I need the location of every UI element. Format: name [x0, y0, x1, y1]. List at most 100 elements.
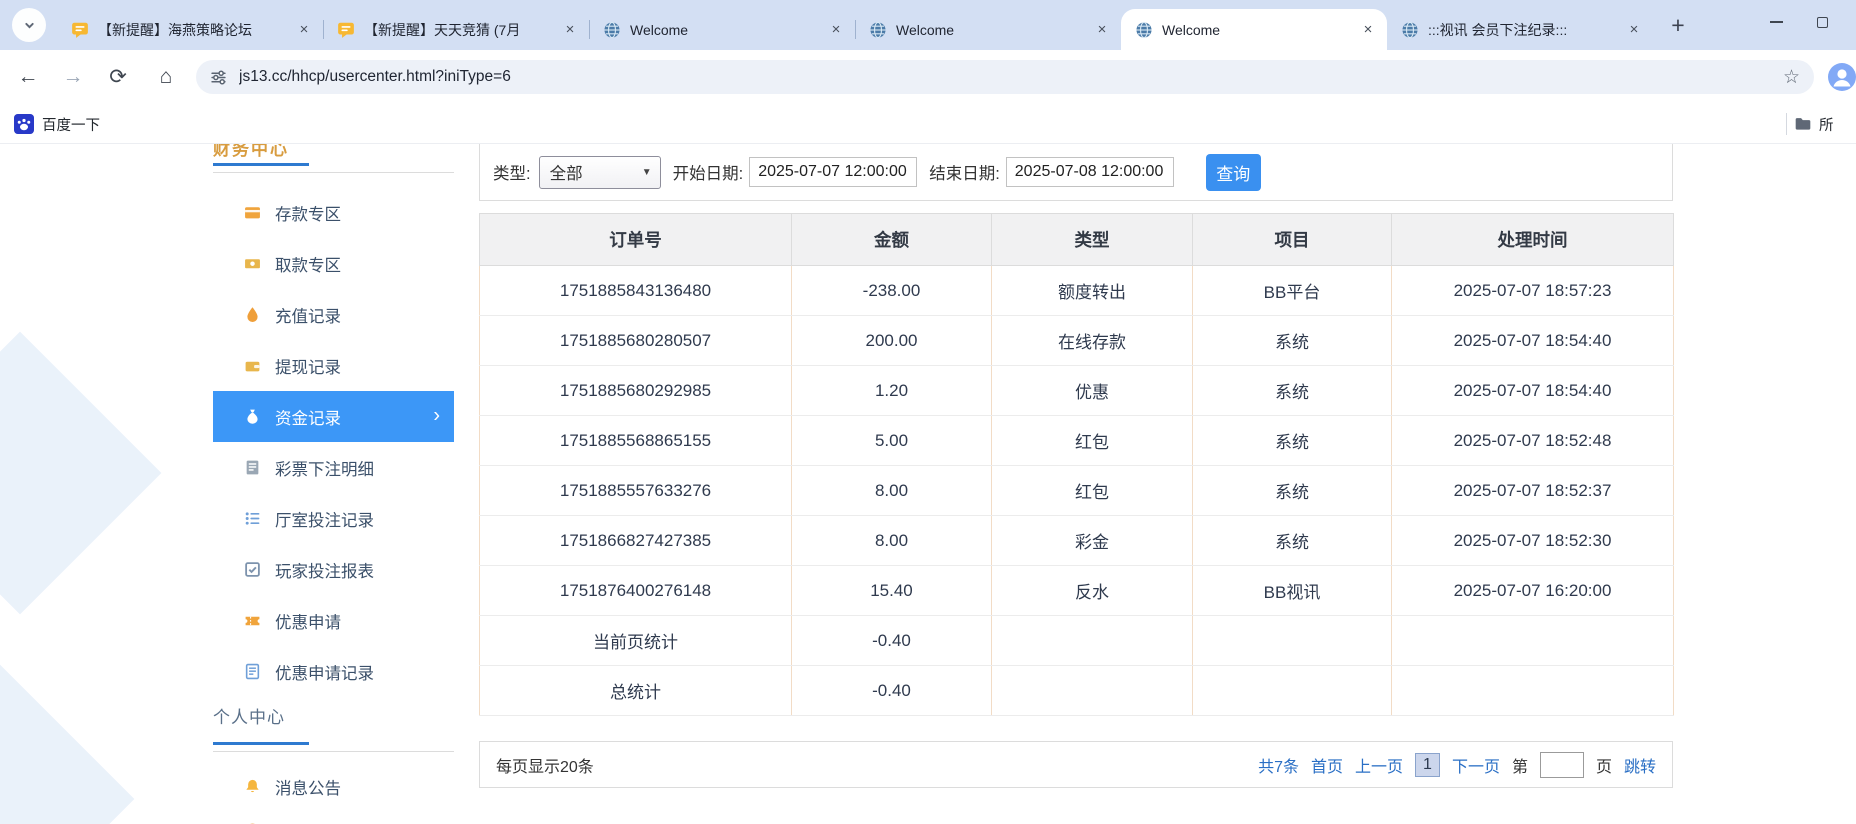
promo-apply-icon	[244, 612, 261, 629]
type-select-value: 全部	[550, 160, 583, 184]
hall-bet-icon	[244, 510, 261, 527]
promo-record-icon	[244, 663, 261, 680]
deposit-card-icon	[244, 204, 261, 221]
browser-tab[interactable]: Welcome×	[1121, 9, 1387, 50]
sidebar-item-label: 提现记录	[275, 354, 341, 378]
tab-strip: 【新提醒】海燕策略论坛×【新提醒】天天竞猜 (7月×Welcome×Welcom…	[57, 9, 1653, 50]
sidebar-item-label: 资金记录	[275, 405, 341, 429]
folder-icon	[1794, 115, 1812, 133]
sidebar-item-label: 充值记录	[275, 303, 341, 327]
browser-tab[interactable]: 【新提醒】海燕策略论坛 ×	[57, 9, 323, 50]
baidu-icon	[14, 114, 34, 134]
tab-title: :::视讯 会员下注纪录:::	[1428, 20, 1619, 40]
bookmark-star-icon[interactable]: ☆	[1783, 66, 1800, 89]
sidebar-item[interactable]: 取款专区	[213, 238, 454, 289]
query-button[interactable]: 查询	[1206, 154, 1261, 191]
sidebar-item[interactable]: 彩票下注明细	[213, 442, 454, 493]
sidebar-item[interactable]: 存款专区	[213, 187, 454, 238]
table-cell: 额度转出	[992, 266, 1193, 316]
forward-button[interactable]: →	[57, 65, 89, 89]
withdraw-cash-icon	[244, 255, 261, 272]
back-button[interactable]: ←	[12, 65, 44, 89]
table-cell: 总统计	[480, 666, 792, 716]
section-underline	[213, 163, 309, 166]
sidebar-item[interactable]: 消息公告	[213, 761, 454, 812]
sidebar-item[interactable]: 玩家投注报表	[213, 544, 454, 595]
tab-close-icon[interactable]: ×	[1625, 21, 1643, 39]
site-settings-icon[interactable]	[210, 69, 227, 86]
profile-avatar[interactable]	[1828, 63, 1856, 91]
jump-label-pre: 第	[1512, 753, 1528, 777]
tab-close-icon[interactable]: ×	[561, 21, 579, 39]
prev-page-link[interactable]: 上一页	[1355, 753, 1403, 777]
home-button[interactable]: ⌂	[150, 65, 182, 89]
first-page-link[interactable]: 首页	[1311, 753, 1343, 777]
table-cell: 2025-07-07 18:54:40	[1392, 316, 1674, 366]
reload-button[interactable]: ⟳	[102, 65, 134, 90]
table-cell: 8.00	[792, 466, 992, 516]
sidebar-item-label: 优惠申请记录	[275, 660, 374, 684]
sidebar-item[interactable]: 提现记录	[213, 340, 454, 391]
table-cell: 1751885680292985	[480, 366, 792, 416]
table-cell	[1193, 666, 1392, 716]
page-size-text: 每页显示20条	[496, 753, 594, 777]
new-tab-button[interactable]: +	[1664, 11, 1692, 39]
table-cell	[1392, 616, 1674, 666]
page-content: 财务中心 存款专区取款专区充值记录提现记录资金记录›彩票下注明细厅室投注记录玩家…	[0, 144, 1856, 824]
browser-tab[interactable]: 【新提醒】天天竞猜 (7月×	[323, 9, 589, 50]
table-cell: 系统	[1193, 516, 1392, 566]
table-row: 175187640027614815.40反水BB视讯2025-07-07 16…	[480, 566, 1674, 616]
table-cell: 1751876400276148	[480, 566, 792, 616]
sidebar-item-label: 存款专区	[275, 201, 341, 225]
table-cell	[992, 616, 1193, 666]
current-page[interactable]: 1	[1415, 753, 1440, 777]
table-row: 17518668274273858.00彩金系统2025-07-07 18:52…	[480, 516, 1674, 566]
jump-label-post: 页	[1596, 753, 1612, 777]
table-cell: 1751885843136480	[480, 266, 792, 316]
sidebar-item-label: 厅室投注记录	[275, 507, 374, 531]
address-bar[interactable]: js13.cc/hhcp/usercenter.html?iniType=6 ☆	[196, 60, 1814, 94]
next-page-link[interactable]: 下一页	[1452, 753, 1500, 777]
table-cell: 系统	[1193, 416, 1392, 466]
tab-close-icon[interactable]: ×	[1359, 21, 1377, 39]
sidebar-item[interactable]: 资金记录›	[213, 391, 454, 442]
sidebar-item[interactable]: 厅室投注记录	[213, 493, 454, 544]
table-row: 17518855688651555.00红包系统2025-07-07 18:52…	[480, 416, 1674, 466]
tab-search-button[interactable]	[12, 8, 46, 42]
sidebar-item[interactable]: 优惠申请记录	[213, 646, 454, 697]
tab-close-icon[interactable]: ×	[827, 21, 845, 39]
section-personal-title: 个人中心	[213, 703, 454, 728]
section-underline	[213, 742, 309, 745]
jump-link[interactable]: 跳转	[1624, 753, 1656, 777]
page-number-input[interactable]	[1540, 752, 1584, 778]
sidebar-item[interactable]: 优惠申请	[213, 595, 454, 646]
end-date-label: 结束日期:	[929, 160, 1000, 184]
url-text: js13.cc/hhcp/usercenter.html?iniType=6	[239, 68, 1783, 86]
browser-tab[interactable]: Welcome×	[589, 9, 855, 50]
filter-bar: 类型: 全部 ▼ 开始日期: 结束日期: 查询	[479, 144, 1673, 201]
table-cell: -238.00	[792, 266, 992, 316]
section-finance-title: 财务中心	[213, 144, 454, 157]
browser-tab[interactable]: Welcome ×	[855, 9, 1121, 50]
minimize-button[interactable]	[1753, 0, 1799, 44]
sidebar-item-label: 优惠申请	[275, 609, 341, 633]
bookmark-baidu[interactable]: 百度一下	[14, 112, 100, 136]
maximize-button[interactable]	[1799, 0, 1845, 44]
divider	[213, 751, 454, 752]
end-date-input[interactable]	[1006, 157, 1174, 187]
tab-close-icon[interactable]: ×	[1093, 21, 1111, 39]
player-report-icon	[244, 561, 261, 578]
start-date-input[interactable]	[749, 157, 917, 187]
tab-title: Welcome	[896, 22, 1087, 38]
all-bookmarks-button[interactable]: 所	[1786, 112, 1856, 136]
table-cell: 反水	[992, 566, 1193, 616]
sidebar-item[interactable]: 充值记录	[213, 289, 454, 340]
globe-icon	[869, 21, 887, 39]
table-cell: 2025-07-07 18:57:23	[1392, 266, 1674, 316]
type-select[interactable]: 全部 ▼	[539, 156, 661, 189]
browser-tab[interactable]: :::视讯 会员下注纪录:::×	[1387, 9, 1653, 50]
table-cell: -0.40	[792, 616, 992, 666]
tab-title: 【新提醒】海燕策略论坛	[98, 20, 289, 40]
tab-close-icon[interactable]: ×	[295, 21, 313, 39]
type-label: 类型:	[493, 160, 531, 184]
